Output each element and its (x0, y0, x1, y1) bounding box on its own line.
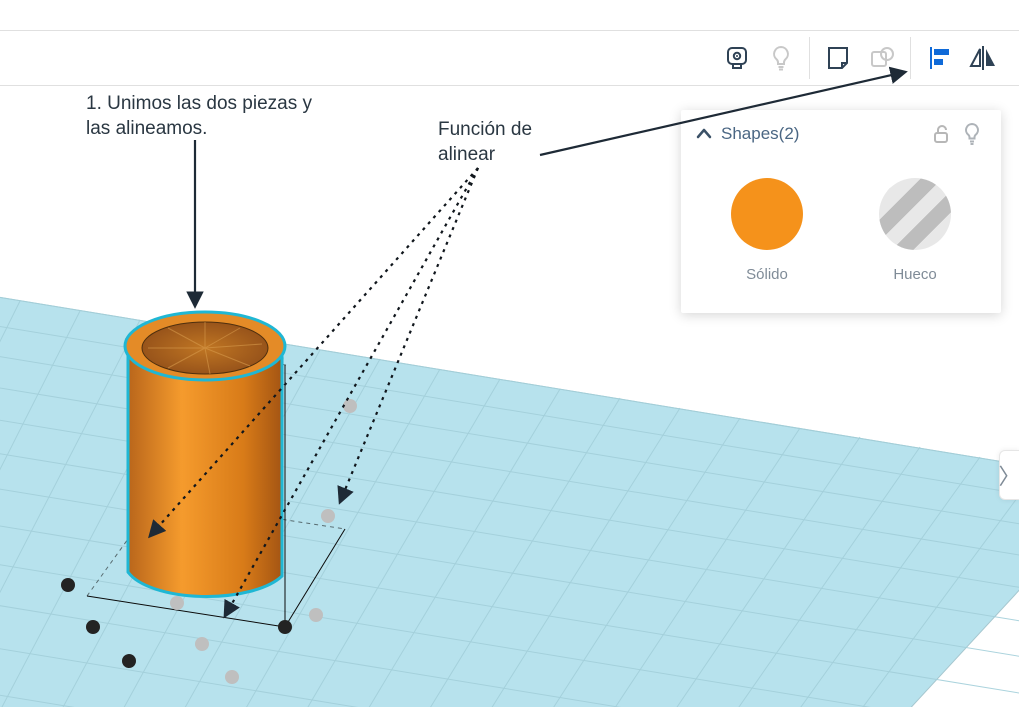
expand-sidebar-handle[interactable]: 〉 (999, 450, 1019, 500)
bulb-icon (961, 122, 983, 146)
group-button[interactable] (860, 36, 904, 80)
shapes-panel-header: Shapes(2) (681, 110, 1001, 158)
collapse-panel-button[interactable] (691, 125, 717, 143)
visibility-bulb-button[interactable] (957, 122, 987, 146)
annotation-step-text: 1. Unimos las dos piezas y las alineamos… (86, 92, 312, 141)
panel-title: Shapes(2) (717, 124, 927, 144)
chevron-up-icon (695, 125, 713, 143)
note-button[interactable] (816, 36, 860, 80)
top-toolbar (0, 30, 1019, 86)
toolbar-separator (809, 37, 810, 79)
align-button[interactable] (917, 36, 961, 80)
hole-label: Hueco (893, 266, 936, 283)
mirror-icon (968, 44, 998, 72)
hint-bulb-icon (767, 44, 795, 72)
toolbar-separator (910, 37, 911, 79)
hole-option[interactable]: Hueco (879, 178, 951, 283)
solid-option[interactable]: Sólido (731, 178, 803, 283)
solid-swatch (731, 178, 803, 250)
note-icon (824, 44, 852, 72)
group-icon (868, 44, 896, 72)
unlock-icon (931, 123, 953, 145)
visibility-button[interactable] (715, 36, 759, 80)
cylinder-object[interactable] (125, 312, 285, 597)
shapes-panel-body: Sólido Hueco (681, 158, 1001, 313)
align-icon (925, 44, 953, 72)
lock-button[interactable] (927, 123, 957, 145)
annotation-align-label: Función de alinear (438, 118, 532, 167)
shapes-panel: Shapes(2) Sólido Hueco (681, 110, 1001, 313)
hole-swatch (879, 178, 951, 250)
chevron-right-icon: 〉 (999, 459, 1019, 491)
mirror-button[interactable] (961, 36, 1005, 80)
hint-button[interactable] (759, 36, 803, 80)
solid-label: Sólido (746, 266, 788, 283)
visibility-icon (722, 43, 752, 73)
